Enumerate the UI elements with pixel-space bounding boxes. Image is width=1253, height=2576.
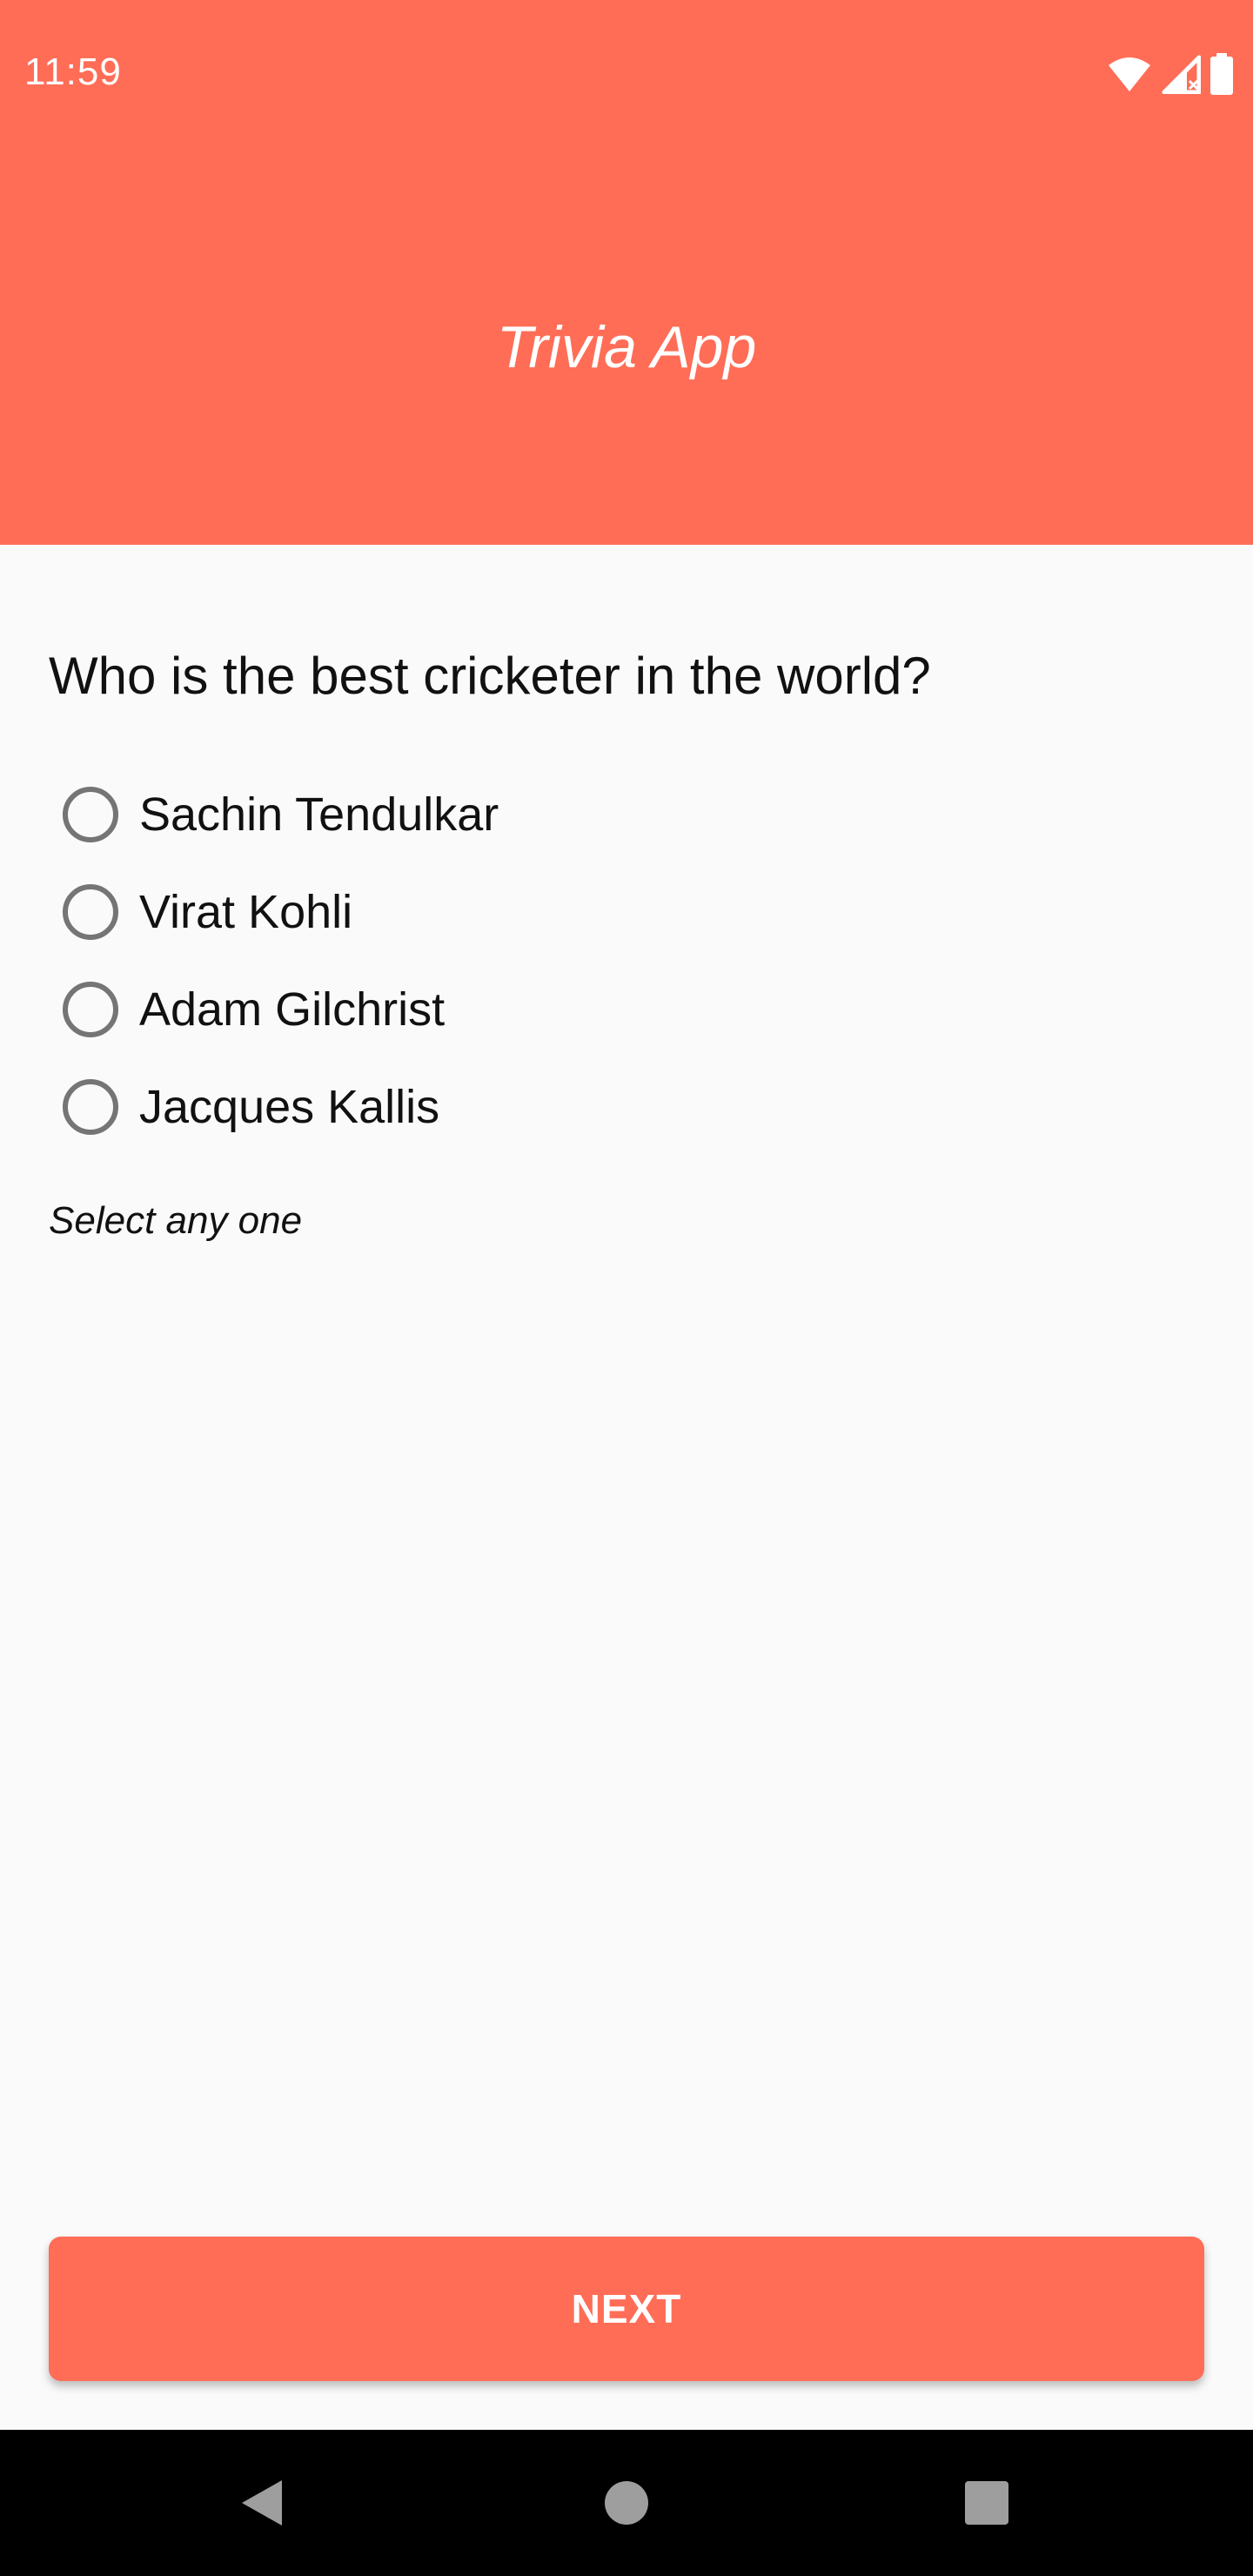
answer-options: Sachin Tendulkar Virat Kohli Adam Gilchr… (63, 766, 1107, 1156)
option-adam-gilchrist[interactable]: Adam Gilchrist (63, 961, 1107, 1058)
app-header: 11:59 Trivia App (0, 0, 1253, 545)
status-time: 11:59 (24, 50, 122, 93)
radio-button[interactable] (63, 1079, 118, 1135)
selection-hint: Select any one (49, 1199, 303, 1242)
option-label: Jacques Kallis (139, 1081, 440, 1133)
battery-icon (1210, 53, 1233, 95)
home-icon (605, 2481, 648, 2525)
option-label: Adam Gilchrist (139, 983, 446, 1036)
home-button[interactable] (593, 2470, 660, 2536)
option-virat-kohli[interactable]: Virat Kohli (63, 863, 1107, 961)
navigation-bar (0, 2430, 1253, 2576)
option-label: Sachin Tendulkar (139, 788, 499, 841)
question-text: Who is the best cricketer in the world? (49, 647, 931, 705)
radio-button[interactable] (63, 884, 118, 940)
recents-icon (965, 2481, 1008, 2525)
back-button[interactable] (228, 2470, 294, 2536)
option-jacques-kallis[interactable]: Jacques Kallis (63, 1058, 1107, 1156)
next-button[interactable]: NEXT (49, 2237, 1204, 2381)
cellular-signal-icon (1162, 55, 1201, 94)
option-sachin-tendulkar[interactable]: Sachin Tendulkar (63, 766, 1107, 863)
next-button-label: NEXT (571, 2286, 682, 2331)
radio-button[interactable] (63, 787, 118, 842)
app-title: Trivia App (496, 314, 757, 380)
recents-button[interactable] (954, 2470, 1020, 2536)
back-icon (242, 2480, 282, 2526)
wifi-icon (1109, 57, 1150, 91)
radio-button[interactable] (63, 982, 118, 1037)
option-label: Virat Kohli (139, 886, 353, 938)
status-icons (1107, 52, 1234, 96)
